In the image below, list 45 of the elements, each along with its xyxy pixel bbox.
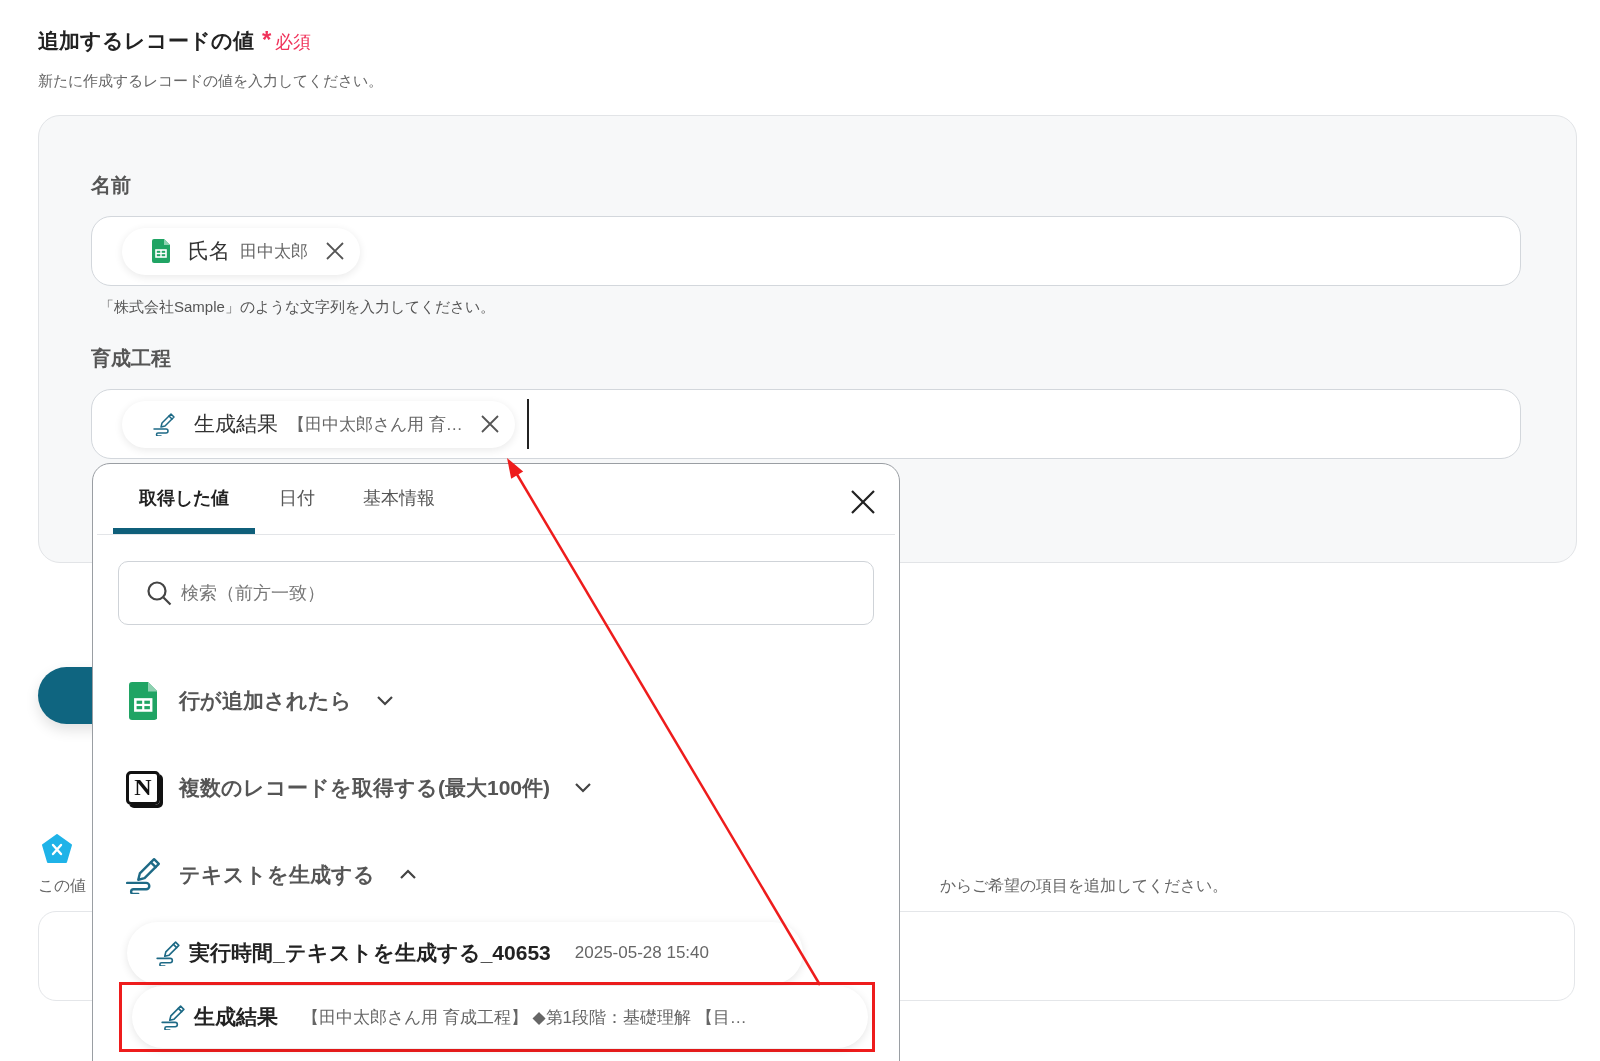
- chip-name: 氏名: [188, 238, 230, 264]
- item-name: 生成結果: [194, 1004, 278, 1030]
- group-header[interactable]: 行が追加されたら: [93, 657, 899, 744]
- field-label: 育成工程: [91, 346, 172, 371]
- pen-icon: [124, 855, 162, 894]
- close-icon[interactable]: [480, 415, 499, 433]
- spreadsheet-icon: [152, 239, 170, 263]
- chevron-down-icon: [376, 695, 394, 706]
- tab[interactable]: 取得した値: [113, 464, 255, 534]
- notebook-icon: N: [126, 770, 160, 805]
- pentagon-icon: [41, 834, 73, 864]
- chip-value: 田中太郎: [240, 240, 308, 263]
- chevron-up-icon: [399, 869, 417, 880]
- search-icon: [146, 580, 172, 606]
- search-field[interactable]: 検索（前方一致）: [118, 561, 874, 625]
- tab[interactable]: 基本情報: [339, 464, 459, 534]
- chip-value: 【田中太郎さん用 育…: [288, 413, 463, 436]
- section-title: 追加するレコードの値: [38, 28, 254, 54]
- item-name: 実行時間_テキストを生成する_40653: [189, 940, 551, 966]
- group-header[interactable]: N 複数のレコードを取得する(最大100件): [93, 744, 899, 831]
- section-description: 新たに作成するレコードの値を入力してください。: [38, 72, 384, 91]
- item-value: 2025-05-28 15:40: [574, 943, 709, 963]
- value-item[interactable]: 実行時間_テキストを生成する_40653 2025-05-28 15:40: [127, 922, 803, 984]
- note-text: この値: [38, 876, 86, 896]
- field-hint: 「株式会社Sample」のような文字列を入力してください。: [98, 298, 496, 317]
- value-chip[interactable]: 生成結果 【田中太郎さん用 育…: [122, 400, 515, 448]
- group-header[interactable]: テキストを生成する: [93, 831, 899, 918]
- value-chip[interactable]: 氏名 田中太郎: [122, 227, 360, 275]
- chip-name: 生成結果: [194, 411, 278, 437]
- pen-icon: [160, 1004, 186, 1030]
- value-item[interactable]: 生成結果 【田中太郎さん用 育成工程】 ◆第1段階：基礎理解 【目…: [132, 986, 868, 1048]
- note-text: からご希望の項目を追加してください。: [940, 876, 1228, 896]
- input-field[interactable]: 氏名 田中太郎: [91, 216, 1521, 286]
- input-field[interactable]: 生成結果 【田中太郎さん用 育…: [91, 389, 1521, 459]
- chevron-down-icon: [574, 782, 593, 793]
- pen-icon: [152, 412, 176, 436]
- close-icon[interactable]: [851, 490, 875, 514]
- spreadsheet-icon: [128, 681, 158, 720]
- field-label: 名前: [91, 173, 132, 198]
- pen-icon: [155, 940, 181, 966]
- required-mark: *: [262, 26, 272, 54]
- item-value: 【田中太郎さん用 育成工程】 ◆第1段階：基礎理解 【目…: [302, 1006, 747, 1029]
- required-label: 必須: [275, 31, 312, 54]
- close-icon[interactable]: [326, 242, 344, 260]
- tab[interactable]: 日付: [255, 464, 339, 534]
